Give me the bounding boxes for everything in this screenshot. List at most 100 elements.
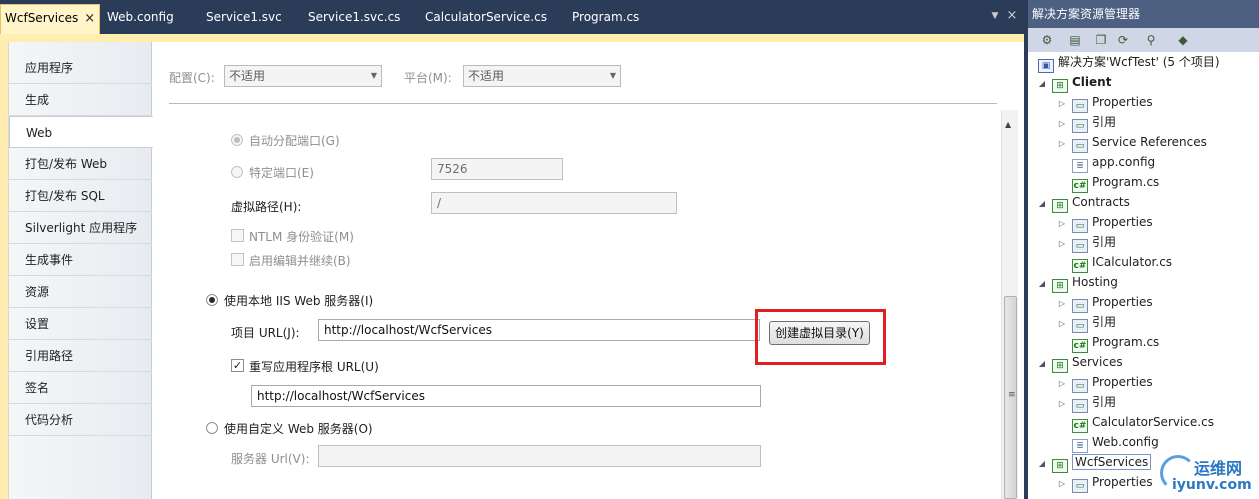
override-root-input[interactable]: http://localhost/WcfServices xyxy=(251,385,761,407)
chevron-down-icon: ▼ xyxy=(609,71,616,80)
config-select-value: 不适用 xyxy=(229,69,266,83)
properties-icon[interactable]: ⚙ xyxy=(1038,31,1056,49)
tree-node[interactable]: ◢ ⊞ WcfServices xyxy=(1036,452,1152,474)
folder-icon: ▭ xyxy=(1072,319,1088,333)
tree-node[interactable]: ▷ ▭ Service References xyxy=(1056,132,1207,154)
tree-node-label: Contracts xyxy=(1072,195,1130,209)
tab-service1-svc[interactable]: Service1.svc xyxy=(200,4,288,30)
tree-node[interactable]: c# Program.cs xyxy=(1056,172,1159,193)
tab-web-config[interactable]: Web.config xyxy=(101,4,180,30)
nav-item-settings[interactable]: 设置 xyxy=(9,308,152,340)
scrollbar-thumb[interactable]: ≡ xyxy=(1004,296,1017,499)
nav-item-signing[interactable]: 签名 xyxy=(9,372,152,404)
project-url-input[interactable]: http://localhost/WcfServices xyxy=(318,319,760,341)
auto-port-label: 自动分配端口(G) xyxy=(249,134,340,148)
collapse-arrow-icon[interactable]: ◢ xyxy=(1036,454,1048,474)
nav-item-code-analysis[interactable]: 代码分析 xyxy=(9,404,152,436)
collapse-arrow-icon[interactable]: ◢ xyxy=(1036,274,1048,294)
tree-node[interactable]: ▷ ▭ Properties xyxy=(1056,472,1153,494)
tree-node[interactable]: ▷ ▭ Properties xyxy=(1056,292,1153,314)
auto-port-radio[interactable] xyxy=(231,134,243,146)
tab-program-cs[interactable]: Program.cs xyxy=(566,4,645,30)
expand-arrow-icon[interactable]: ▷ xyxy=(1056,114,1068,134)
nav-item-build-events[interactable]: 生成事件 xyxy=(9,244,152,276)
edit-continue-label: 启用编辑并继续(B) xyxy=(249,254,351,268)
expand-arrow-icon[interactable]: ▷ xyxy=(1056,94,1068,114)
tab-calculatorservice-cs[interactable]: CalculatorService.cs xyxy=(419,4,553,30)
tree-node[interactable]: ▷ ▭ 引用 xyxy=(1056,112,1116,134)
override-root-checkbox[interactable]: ✓ xyxy=(231,359,244,372)
expand-arrow-icon[interactable]: ▷ xyxy=(1056,474,1068,494)
vertical-scrollbar[interactable]: ▲ ≡ xyxy=(1001,110,1018,499)
tree-node[interactable]: ◢ ⊞ Contracts xyxy=(1036,192,1130,214)
tree-node[interactable]: ≣ app.config xyxy=(1056,152,1155,173)
override-root-label: 重写应用程序根 URL(U) xyxy=(249,360,379,374)
virtual-path-input[interactable]: / xyxy=(431,192,677,214)
show-all-files-icon[interactable]: ▤ xyxy=(1066,31,1084,49)
class-diagram-icon[interactable]: ◆ xyxy=(1174,31,1192,49)
edit-continue-checkbox[interactable] xyxy=(231,253,244,266)
close-document-icon[interactable]: × xyxy=(1004,8,1020,24)
tree-node-solution[interactable]: ▣ 解决方案'WcfTest' (5 个项目) xyxy=(1034,52,1220,73)
tree-node[interactable]: ▷ ▭ Properties xyxy=(1056,372,1153,394)
tree-node[interactable]: ▷ ▭ Properties xyxy=(1056,212,1153,234)
ntlm-checkbox[interactable] xyxy=(231,229,244,242)
config-select[interactable]: 不适用 ▼ xyxy=(224,65,382,87)
nav-item-package-sql[interactable]: 打包/发布 SQL xyxy=(9,180,152,212)
close-icon[interactable]: × xyxy=(84,11,95,26)
collapse-arrow-icon[interactable]: ◢ xyxy=(1036,354,1048,374)
project-icon: ⊞ xyxy=(1052,359,1068,373)
tree-node[interactable]: ▷ ▭ 引用 xyxy=(1056,312,1116,334)
expand-arrow-icon[interactable]: ▷ xyxy=(1056,214,1068,234)
platform-select[interactable]: 不适用 ▼ xyxy=(463,65,621,87)
nav-item-reference-paths[interactable]: 引用路径 xyxy=(9,340,152,372)
tab-dropdown-icon[interactable]: ▼ xyxy=(988,8,1002,24)
server-url-input[interactable] xyxy=(318,445,761,467)
nav-item-web[interactable]: Web xyxy=(9,116,153,148)
config-label: 配置(C): xyxy=(169,71,215,85)
tree-node[interactable]: ▷ ▭ 引用 xyxy=(1056,392,1116,414)
tree-node[interactable]: c# ICalculator.cs xyxy=(1056,252,1172,273)
specific-port-label: 特定端口(E) xyxy=(249,166,314,180)
expand-arrow-icon[interactable]: ▷ xyxy=(1056,234,1068,254)
copy-icon[interactable]: ❐ xyxy=(1092,31,1110,49)
collapse-arrow-icon[interactable]: ◢ xyxy=(1036,194,1048,214)
expand-arrow-icon[interactable]: ▷ xyxy=(1056,134,1068,154)
expand-arrow-icon[interactable]: ▷ xyxy=(1056,394,1068,414)
tree-node-label: Program.cs xyxy=(1092,335,1160,349)
scroll-up-icon[interactable]: ▲ xyxy=(1005,120,1011,129)
tree-node-label: Properties xyxy=(1092,95,1153,109)
tree-node[interactable]: c# Program.cs xyxy=(1056,332,1160,353)
collapse-arrow-icon[interactable]: ◢ xyxy=(1036,74,1048,94)
nav-item-build[interactable]: 生成 xyxy=(9,84,152,116)
tree-node[interactable]: ◢ ⊞ Hosting xyxy=(1036,272,1118,294)
solution-explorer-title: 解决方案资源管理器 xyxy=(1028,0,1259,28)
web-options-scroll-panel: 自动分配端口(G) 特定端口(E) 7526 虚拟路径(H): / NTLM 身… xyxy=(169,110,1018,499)
create-virtual-directory-button[interactable]: 创建虚拟目录(Y) xyxy=(769,321,870,345)
use-iis-radio[interactable] xyxy=(206,294,218,306)
view-designer-icon[interactable]: ⚲ xyxy=(1142,31,1160,49)
tree-node[interactable]: ◢ ⊞ Services xyxy=(1036,352,1123,374)
nav-item-silverlight[interactable]: Silverlight 应用程序 xyxy=(9,212,152,244)
use-custom-server-radio[interactable] xyxy=(206,422,218,434)
folder-icon: ▭ xyxy=(1072,139,1088,153)
tree-node-label: Properties xyxy=(1092,375,1153,389)
specific-port-radio[interactable] xyxy=(231,166,243,178)
tab-wcfservices[interactable]: WcfServices × xyxy=(0,4,101,34)
platform-label: 平台(M): xyxy=(404,71,452,85)
tree-node[interactable]: ◢ ⊞ Client xyxy=(1036,72,1111,94)
nav-item-package-web[interactable]: 打包/发布 Web xyxy=(9,148,152,180)
tree-node[interactable]: c# CalculatorService.cs xyxy=(1056,412,1214,433)
specific-port-input[interactable]: 7526 xyxy=(431,158,563,180)
divider xyxy=(169,103,997,104)
tab-service1-svc-cs[interactable]: Service1.svc.cs xyxy=(302,4,406,30)
tree-node[interactable]: ≣ Web.config xyxy=(1056,432,1159,453)
refresh-icon[interactable]: ⟳ xyxy=(1114,31,1132,49)
nav-item-application[interactable]: 应用程序 xyxy=(9,52,152,84)
expand-arrow-icon[interactable]: ▷ xyxy=(1056,294,1068,314)
expand-arrow-icon[interactable]: ▷ xyxy=(1056,314,1068,334)
expand-arrow-icon[interactable]: ▷ xyxy=(1056,374,1068,394)
tree-node[interactable]: ▷ ▭ 引用 xyxy=(1056,232,1116,254)
tree-node[interactable]: ▷ ▭ Properties xyxy=(1056,92,1153,114)
nav-item-resources[interactable]: 资源 xyxy=(9,276,152,308)
